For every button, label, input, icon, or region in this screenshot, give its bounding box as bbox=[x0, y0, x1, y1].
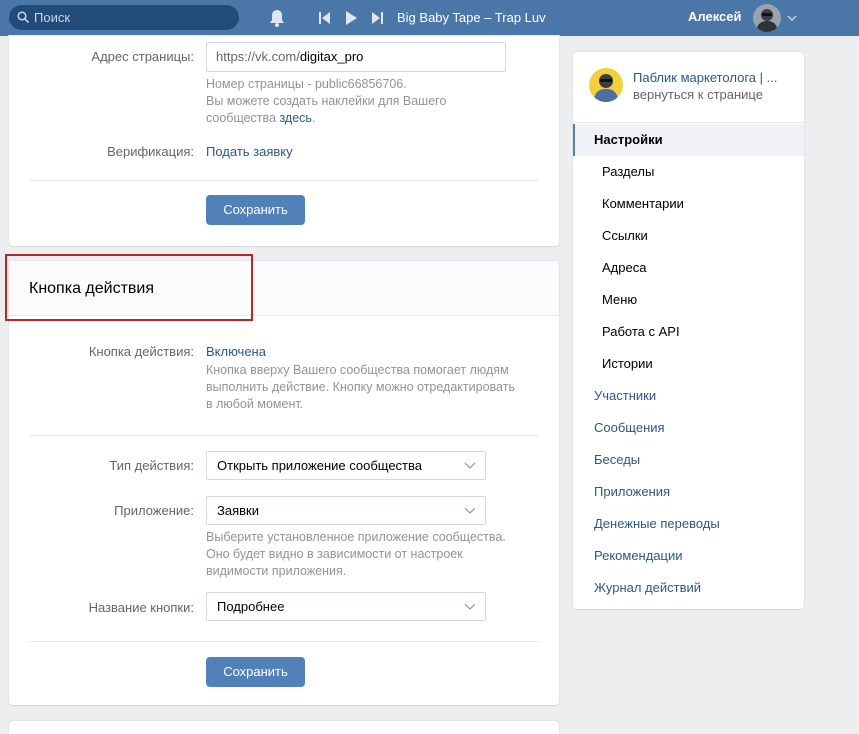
hint-line: в любой момент. bbox=[206, 397, 304, 411]
chevron-down-icon bbox=[464, 507, 476, 514]
next-card bbox=[9, 721, 559, 734]
address-input[interactable]: https://vk.com/digitax_pro bbox=[206, 42, 506, 72]
menu-item-members[interactable]: Участники bbox=[573, 380, 804, 412]
settings-menu: Паблик маркетолога | ... вернуться к стр… bbox=[573, 52, 804, 609]
button-name-value: Подробнее bbox=[217, 599, 285, 614]
menu-item-money-transfers[interactable]: Денежные переводы bbox=[573, 508, 804, 540]
address-hint-period: . bbox=[311, 111, 316, 125]
address-value: digitax_pro bbox=[299, 49, 364, 64]
menu-item-stories[interactable]: Истории bbox=[573, 348, 804, 380]
bell-icon[interactable] bbox=[268, 8, 286, 28]
hint-line: видимости приложения. bbox=[206, 564, 347, 578]
top-bar: Big Baby Tape – Trap Luv Алексей bbox=[0, 0, 859, 36]
search-box[interactable] bbox=[9, 5, 239, 30]
address-hint-line: Вы можете создать наклейки для Вашего bbox=[206, 94, 447, 108]
hint-line: выполнить действие. Кнопку можно отредак… bbox=[206, 380, 515, 394]
app-select[interactable]: Заявки bbox=[206, 496, 486, 525]
action-button-hint: Кнопка вверху Вашего сообщества помогает… bbox=[206, 362, 546, 413]
group-avatar[interactable] bbox=[589, 68, 623, 102]
chevron-down-icon[interactable] bbox=[787, 13, 797, 23]
user-avatar[interactable] bbox=[753, 4, 781, 32]
menu-item-chats[interactable]: Беседы bbox=[573, 444, 804, 476]
divider bbox=[29, 641, 539, 642]
action-type-select[interactable]: Открыть приложение сообщества bbox=[206, 451, 486, 480]
chevron-down-icon bbox=[464, 462, 476, 469]
avatar-image bbox=[753, 4, 781, 32]
back-to-page-link[interactable]: вернуться к странице bbox=[633, 87, 763, 102]
play-icon[interactable] bbox=[344, 10, 358, 26]
menu-item-links[interactable]: Ссылки bbox=[573, 220, 804, 252]
hint-line: Оно будет видно в зависимости от настрое… bbox=[206, 547, 463, 561]
action-button-label: Кнопка действия: bbox=[88, 344, 194, 359]
address-hint: Номер страницы - public66856706. Вы може… bbox=[206, 76, 526, 127]
hint-line: Кнопка вверху Вашего сообщества помогает… bbox=[206, 363, 509, 377]
app-hint: Выберите установленное приложение сообще… bbox=[206, 529, 546, 580]
menu-item-messages[interactable]: Сообщения bbox=[573, 412, 804, 444]
menu-item-settings[interactable]: Настройки bbox=[573, 124, 804, 156]
menu-item-comments[interactable]: Комментарии bbox=[573, 188, 804, 220]
search-icon bbox=[17, 11, 29, 23]
address-hint-line: Номер страницы - public66856706. bbox=[206, 77, 407, 91]
address-settings-card: Адрес страницы: https://vk.com/digitax_p… bbox=[9, 36, 559, 246]
menu-item-api[interactable]: Работа с API bbox=[573, 316, 804, 348]
current-track-title[interactable]: Big Baby Tape – Trap Luv bbox=[397, 10, 546, 25]
divider bbox=[29, 180, 539, 181]
search-input[interactable] bbox=[34, 5, 229, 30]
action-type-label: Тип действия: bbox=[109, 458, 194, 473]
group-avatar-image bbox=[589, 68, 623, 102]
menu-item-action-log[interactable]: Журнал действий bbox=[573, 572, 804, 604]
stickers-link[interactable]: здесь bbox=[279, 111, 311, 125]
action-button-status-link[interactable]: Включена bbox=[206, 344, 266, 359]
button-name-select[interactable]: Подробнее bbox=[206, 592, 486, 621]
menu-item-recommendations[interactable]: Рекомендации bbox=[573, 540, 804, 572]
divider bbox=[29, 435, 539, 436]
chevron-down-icon bbox=[464, 603, 476, 610]
action-button-card: Кнопка действия Кнопка действия: Включен… bbox=[9, 261, 559, 705]
button-name-label: Название кнопки: bbox=[88, 600, 194, 615]
menu-item-addresses[interactable]: Адреса bbox=[573, 252, 804, 284]
app-value: Заявки bbox=[217, 503, 259, 518]
divider bbox=[573, 122, 804, 123]
hint-line: Выберите установленное приложение сообще… bbox=[206, 530, 506, 544]
save-button[interactable]: Сохранить bbox=[206, 195, 305, 225]
menu-item-menu[interactable]: Меню bbox=[573, 284, 804, 316]
highlight-frame bbox=[5, 254, 253, 321]
menu-item-apps[interactable]: Приложения bbox=[573, 476, 804, 508]
previous-track-icon[interactable] bbox=[318, 10, 332, 26]
app-label: Приложение: bbox=[114, 503, 194, 518]
menu-item-sections[interactable]: Разделы bbox=[573, 156, 804, 188]
verification-label: Верификация: bbox=[107, 144, 194, 159]
verification-request-link[interactable]: Подать заявку bbox=[206, 144, 293, 159]
user-name[interactable]: Алексей bbox=[688, 9, 742, 24]
address-prefix: https://vk.com/ bbox=[216, 49, 300, 64]
group-name-link[interactable]: Паблик маркетолога | ... bbox=[633, 70, 793, 85]
address-label: Адрес страницы: bbox=[91, 49, 194, 64]
next-track-icon[interactable] bbox=[370, 10, 384, 26]
address-hint-line: сообщества bbox=[206, 111, 276, 125]
action-type-value: Открыть приложение сообщества bbox=[217, 458, 422, 473]
save-button[interactable]: Сохранить bbox=[206, 657, 305, 687]
